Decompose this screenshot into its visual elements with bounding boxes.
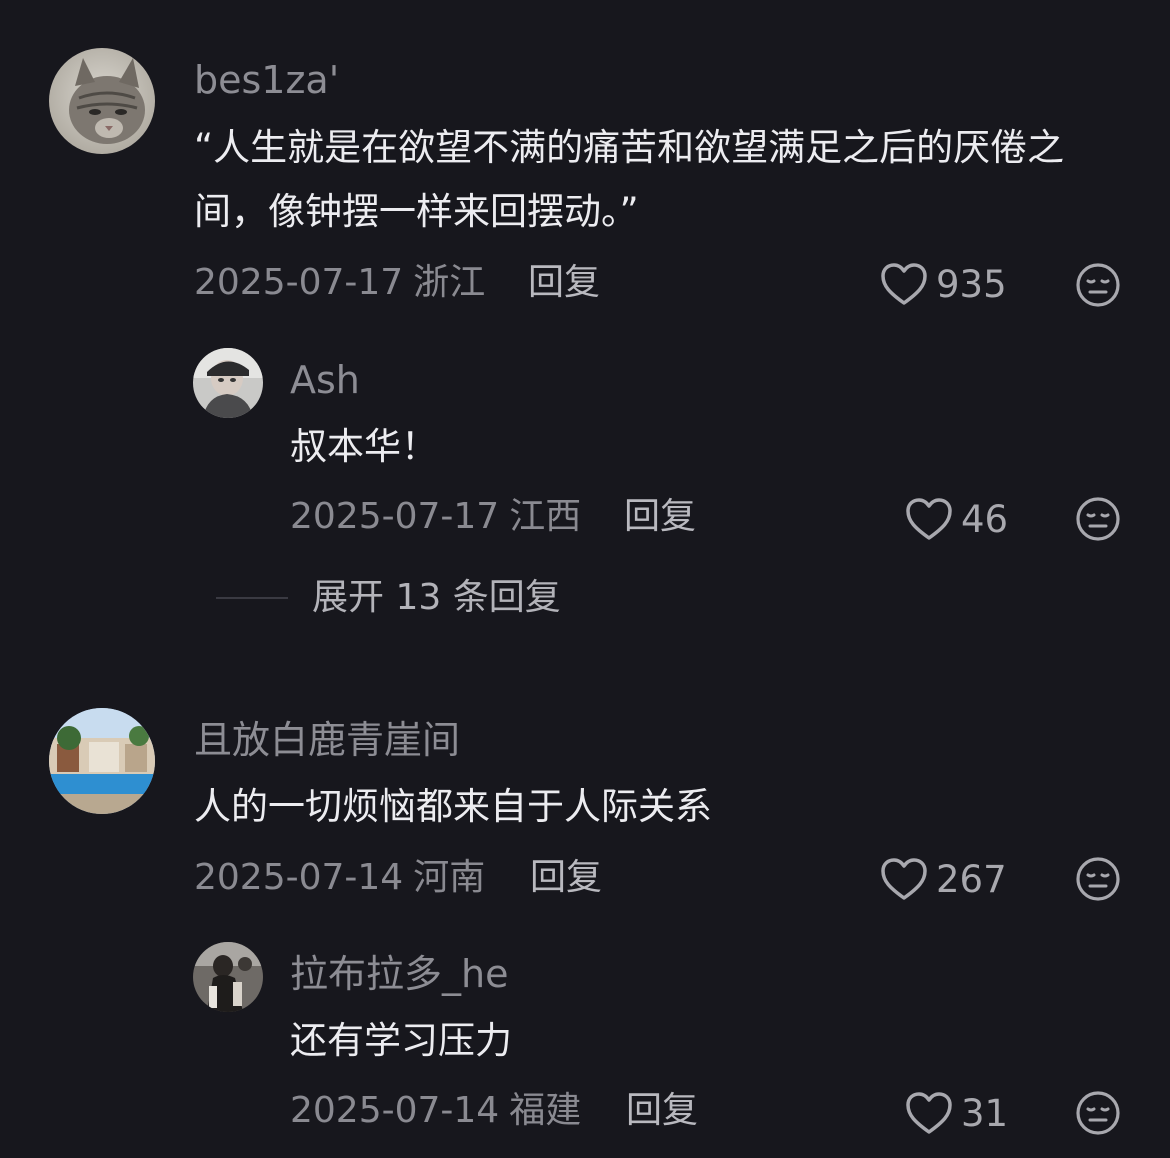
like-count: 935: [936, 262, 1007, 306]
like-button[interactable]: 267: [880, 857, 1007, 901]
reply-meta: 2025-07-14 福建: [290, 1093, 581, 1129]
reply-username[interactable]: 拉布拉多_he: [290, 955, 508, 993]
dislike-face-icon[interactable]: [1075, 856, 1121, 902]
comment-location: 河南: [413, 857, 486, 898]
like-count: 46: [961, 497, 1009, 541]
person-cap-avatar-icon: [193, 348, 263, 418]
avatar[interactable]: [193, 348, 263, 418]
divider: [216, 597, 288, 599]
avatar[interactable]: [193, 942, 263, 1012]
reply-button[interactable]: 回复: [528, 265, 600, 301]
reply-text: 还有学习压力: [290, 1019, 512, 1062]
comment-meta: 2025-07-14 河南: [194, 860, 485, 896]
figure-avatar-icon: [193, 942, 263, 1012]
comment-location: 浙江: [413, 262, 486, 303]
heart-icon: [881, 263, 927, 305]
avatar[interactable]: [49, 48, 155, 154]
expand-replies-button[interactable]: 展开 13 条回复: [216, 580, 561, 616]
heart-icon: [881, 858, 927, 900]
like-button[interactable]: 46: [905, 497, 1008, 541]
reply-button[interactable]: 回复: [626, 1093, 698, 1129]
reply-date: 2025-07-14: [290, 1090, 500, 1131]
like-count: 267: [936, 857, 1007, 901]
like-button[interactable]: 935: [880, 262, 1007, 306]
reply-location: 福建: [509, 1090, 582, 1131]
like-count: 31: [961, 1091, 1009, 1135]
dislike-face-icon[interactable]: [1075, 1090, 1121, 1136]
like-button[interactable]: 31: [905, 1091, 1008, 1135]
dislike-face-icon[interactable]: [1075, 262, 1121, 308]
reply-button[interactable]: 回复: [530, 860, 602, 896]
comment-username[interactable]: bes1za': [194, 61, 339, 99]
comment-username[interactable]: 且放白鹿青崖间: [194, 721, 460, 759]
heart-icon: [906, 1092, 952, 1134]
reply-username[interactable]: Ash: [290, 361, 360, 399]
reply-location: 江西: [509, 496, 582, 537]
reply-date: 2025-07-17: [290, 496, 500, 537]
reply-meta: 2025-07-17 江西: [290, 499, 581, 535]
comment-date: 2025-07-14: [194, 857, 404, 898]
dislike-face-icon[interactable]: [1075, 496, 1121, 542]
reply-button[interactable]: 回复: [624, 499, 696, 535]
cat-avatar-icon: [49, 48, 155, 154]
comment-text: 人的一切烦恼都来自于人际关系: [194, 785, 712, 828]
comment-text: “人生就是在欲望不满的痛苦和欲望满足之后的厌倦之间，像钟摆一样来回摆动。”: [194, 126, 1065, 233]
avatar[interactable]: [49, 708, 155, 814]
expand-replies-label: 展开 13 条回复: [312, 577, 561, 618]
heart-icon: [906, 498, 952, 540]
reply-text: 叔本华！: [290, 425, 438, 468]
comment-meta: 2025-07-17 浙江: [194, 265, 485, 301]
comment-date: 2025-07-17: [194, 262, 404, 303]
resort-pool-avatar-icon: [49, 708, 155, 814]
